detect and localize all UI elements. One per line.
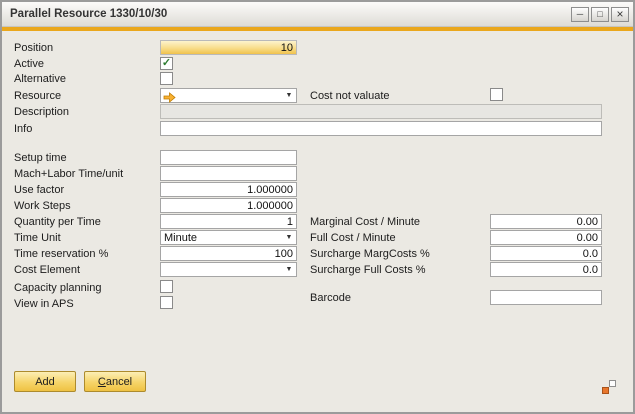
active-checkbox[interactable]: ✓ <box>160 57 173 70</box>
marginal-cost-minute-input[interactable] <box>490 214 602 229</box>
description-input <box>160 104 602 119</box>
minimize-button[interactable]: ─ <box>571 7 589 22</box>
chevron-down-icon[interactable]: ▼ <box>283 89 295 102</box>
surcharge-margcosts-input[interactable] <box>490 246 602 261</box>
surcharge-full-costs-input[interactable] <box>490 262 602 277</box>
cost-not-valuate-checkbox[interactable]: ✓ <box>490 88 503 101</box>
maximize-button[interactable]: □ <box>591 7 609 22</box>
close-button[interactable]: × <box>611 7 629 22</box>
use-factor-label: Use factor <box>14 184 64 196</box>
resource-select[interactable]: ▼ <box>160 88 297 103</box>
window-controls: ─ □ × <box>571 7 629 22</box>
active-label: Active <box>14 58 44 70</box>
use-factor-input[interactable] <box>160 182 297 197</box>
capacity-planning-label: Capacity planning <box>14 282 101 294</box>
alternative-checkbox[interactable]: ✓ <box>160 72 173 85</box>
titlebar: Parallel Resource 1330/10/30 ─ □ × <box>2 2 633 27</box>
minimize-icon: ─ <box>577 10 583 19</box>
cancel-accelerator: C <box>98 376 106 388</box>
time-unit-label: Time Unit <box>14 232 61 244</box>
maximize-icon: □ <box>597 10 602 19</box>
mach-labor-time-input[interactable] <box>160 166 297 181</box>
position-input[interactable] <box>160 40 297 55</box>
full-cost-minute-label: Full Cost / Minute <box>310 232 396 244</box>
cancel-button[interactable]: Cancel <box>84 371 146 392</box>
close-icon: × <box>616 8 623 20</box>
alternative-label: Alternative <box>14 73 66 85</box>
cost-element-label: Cost Element <box>14 264 80 276</box>
add-button[interactable]: Add <box>14 371 76 392</box>
full-cost-minute-input[interactable] <box>490 230 602 245</box>
setup-time-input[interactable] <box>160 150 297 165</box>
surcharge-margcosts-label: Surcharge MargCosts % <box>310 248 430 260</box>
cancel-label-rest: ancel <box>106 376 132 388</box>
link-arrow-icon[interactable] <box>163 90 176 101</box>
chevron-down-icon[interactable]: ▼ <box>283 263 295 276</box>
capacity-planning-checkbox[interactable]: ✓ <box>160 280 173 293</box>
view-in-aps-checkbox[interactable]: ✓ <box>160 296 173 309</box>
resource-label: Resource <box>14 90 61 102</box>
view-in-aps-label: View in APS <box>14 298 74 310</box>
time-unit-select[interactable]: Minute ▼ <box>160 230 297 245</box>
mach-labor-time-label: Mach+Labor Time/unit <box>14 168 123 180</box>
time-reservation-label: Time reservation % <box>14 248 108 260</box>
quantity-per-time-label: Quantity per Time <box>14 216 101 228</box>
barcode-input[interactable] <box>490 290 602 305</box>
info-input[interactable] <box>160 121 602 136</box>
expand-form-icon[interactable] <box>602 380 616 394</box>
marginal-cost-minute-label: Marginal Cost / Minute <box>310 216 420 228</box>
checkmark-icon: ✓ <box>162 58 171 69</box>
work-steps-label: Work Steps <box>14 200 71 212</box>
cost-not-valuate-label: Cost not valuate <box>310 90 390 102</box>
work-steps-input[interactable] <box>160 198 297 213</box>
dialog-window: Parallel Resource 1330/10/30 ─ □ × Posit… <box>0 0 635 414</box>
time-unit-value: Minute <box>164 232 282 244</box>
gold-accent-bar <box>2 27 633 31</box>
description-label: Description <box>14 106 69 118</box>
quantity-per-time-input[interactable] <box>160 214 297 229</box>
window-title: Parallel Resource 1330/10/30 <box>10 8 571 20</box>
setup-time-label: Setup time <box>14 152 67 164</box>
position-label: Position <box>14 42 53 54</box>
info-label: Info <box>14 123 32 135</box>
cost-element-select[interactable]: ▼ <box>160 262 297 277</box>
barcode-label: Barcode <box>310 292 351 304</box>
surcharge-full-costs-label: Surcharge Full Costs % <box>310 264 426 276</box>
time-reservation-input[interactable] <box>160 246 297 261</box>
chevron-down-icon[interactable]: ▼ <box>283 231 295 244</box>
